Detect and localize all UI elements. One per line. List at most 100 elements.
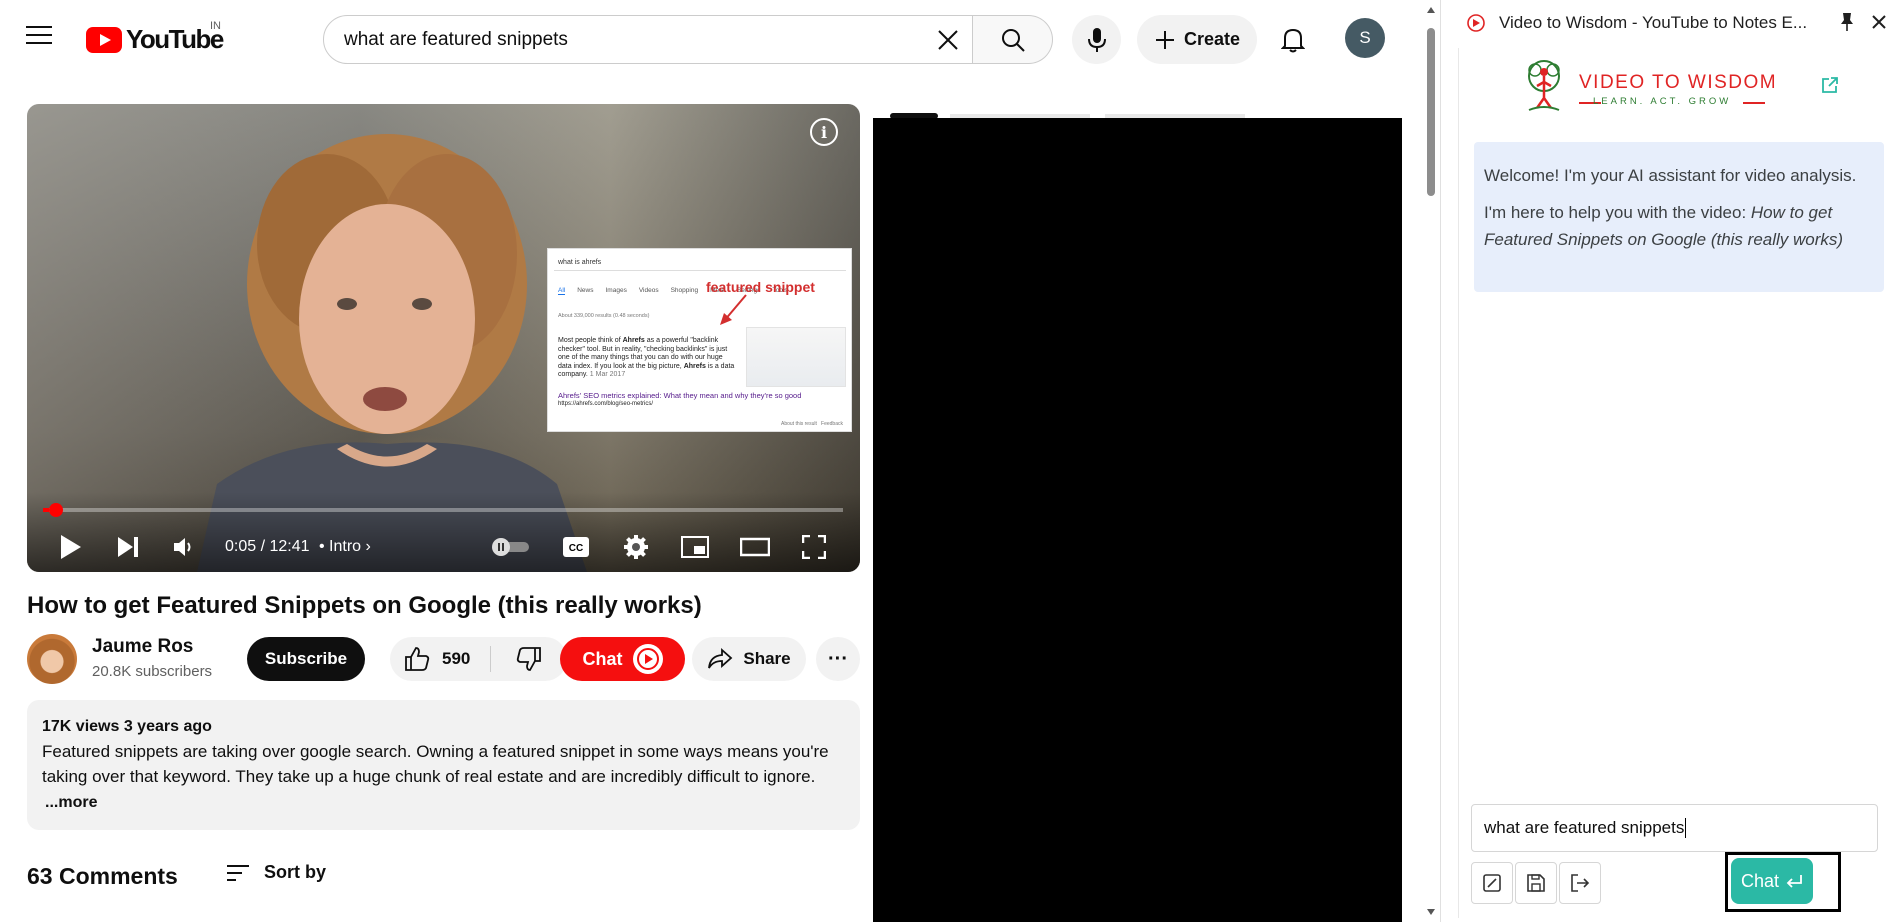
bell-icon xyxy=(1280,28,1305,52)
pin-icon[interactable] xyxy=(1838,12,1856,32)
settings-button[interactable] xyxy=(619,530,653,564)
sort-by-button[interactable]: Sort by xyxy=(226,862,326,883)
create-label: Create xyxy=(1183,29,1241,49)
fullscreen-button[interactable] xyxy=(797,530,831,564)
extension-favicon-icon xyxy=(1467,14,1485,32)
play-icon xyxy=(61,535,81,559)
notifications-button[interactable] xyxy=(1268,15,1317,64)
progress-fill xyxy=(43,508,49,512)
gear-icon xyxy=(624,535,648,559)
brand-tagline: LEARN. ACT. GROW xyxy=(1593,96,1732,107)
brand-title: VIDEO TO WISDOM xyxy=(1579,72,1778,93)
country-code: IN xyxy=(210,20,221,32)
share-button[interactable]: Share xyxy=(692,637,806,681)
sort-icon xyxy=(227,864,249,881)
scrubber-handle[interactable] xyxy=(49,503,63,517)
new-note-button[interactable] xyxy=(1471,862,1513,904)
scroll-down-icon[interactable] xyxy=(1426,908,1436,916)
serp-tab: Shopping xyxy=(670,287,699,294)
share-icon xyxy=(708,648,733,669)
captions-button[interactable]: CC xyxy=(559,530,593,564)
video-title: How to get Featured Snippets on Google (… xyxy=(27,592,702,619)
scrollbar-thumb[interactable] xyxy=(1427,28,1435,196)
thumbs-down-icon xyxy=(516,647,541,671)
volume-icon xyxy=(174,538,191,556)
serp-result-url: https://ahrefs.com/blog/seo-metrics/ xyxy=(558,401,654,407)
subscriber-count: 20.8K subscribers xyxy=(92,663,213,680)
share-label: Share xyxy=(743,649,791,668)
create-button[interactable]: Create xyxy=(1137,15,1257,64)
channel-avatar[interactable] xyxy=(27,634,77,684)
more-actions-button[interactable]: ··· xyxy=(816,637,860,681)
search-button[interactable] xyxy=(973,15,1053,64)
next-button[interactable] xyxy=(111,530,145,564)
progress-bar[interactable] xyxy=(43,503,843,517)
youtube-header: YouTube IN what are featured snippets Cr… xyxy=(0,0,1424,76)
search-input[interactable]: what are featured snippets xyxy=(323,15,973,64)
chat-input[interactable]: what are featured snippets xyxy=(1471,804,1878,852)
like-dislike-group: 590 xyxy=(390,637,567,681)
thumbs-up-icon xyxy=(405,647,430,671)
youtube-logo[interactable]: YouTube xyxy=(86,24,224,55)
serp-thumbnail xyxy=(746,327,846,387)
play-button[interactable] xyxy=(53,530,87,564)
serp-overlay: what is ahrefs All News Images Videos Sh… xyxy=(547,248,852,432)
theater-mode-button[interactable] xyxy=(738,530,772,564)
close-icon[interactable] xyxy=(1869,12,1889,32)
miniplayer-button[interactable] xyxy=(678,530,712,564)
subscribe-button[interactable]: Subscribe xyxy=(247,637,365,681)
video-to-wisdom-logo-icon xyxy=(632,644,663,674)
logout-icon xyxy=(1571,874,1590,892)
voice-search-button[interactable] xyxy=(1072,15,1121,64)
chat-button[interactable]: Chat xyxy=(560,637,685,681)
account-avatar[interactable]: S xyxy=(1345,18,1385,58)
welcome-message: Welcome! I'm your AI assistant for video… xyxy=(1474,142,1884,292)
serp-search-bar: what is ahrefs xyxy=(554,255,846,271)
video-player[interactable]: i what is ahrefs All News Images Videos … xyxy=(27,104,860,572)
description-box[interactable]: 17K views 3 years ago Featured snippets … xyxy=(27,700,860,830)
description-text: Featured snippets are taking over google… xyxy=(42,742,829,786)
like-button[interactable]: 590 xyxy=(390,637,490,681)
volume-button[interactable] xyxy=(167,530,201,564)
send-chat-button[interactable]: Chat xyxy=(1731,858,1813,904)
save-button[interactable] xyxy=(1515,862,1557,904)
serp-tab: Images xyxy=(605,287,627,294)
extension-header: Video to Wisdom - YouTube to Notes E... xyxy=(1441,0,1897,44)
time-display: 0:05 / 12:41 xyxy=(225,538,310,555)
fullscreen-icon xyxy=(802,535,826,559)
menu-icon[interactable] xyxy=(26,26,52,48)
search-input-value: what are featured snippets xyxy=(344,28,568,50)
welcome-video-line: I'm here to help you with the video: How… xyxy=(1484,203,1844,249)
brand-header: VIDEO TO WISDOM LEARN. ACT. GROW xyxy=(1519,54,1819,114)
dislike-button[interactable] xyxy=(491,637,567,681)
info-icon[interactable]: i xyxy=(810,118,838,146)
show-more-link[interactable]: ...more xyxy=(45,790,97,815)
extension-side-panel: Video to Wisdom - YouTube to Notes E... … xyxy=(1440,0,1897,922)
autoplay-toggle[interactable] xyxy=(487,530,533,564)
scroll-up-icon[interactable] xyxy=(1426,6,1436,14)
chat-input-value: what are featured snippets xyxy=(1484,818,1685,837)
page-scrollbar[interactable] xyxy=(1424,0,1436,922)
plus-icon xyxy=(1155,30,1174,49)
like-count: 590 xyxy=(442,649,471,668)
captions-icon: CC xyxy=(563,537,589,557)
serp-tab: News xyxy=(577,287,594,294)
tree-logo-icon xyxy=(1528,60,1560,111)
serp-footer: About this result Feedback xyxy=(781,421,843,427)
enter-icon xyxy=(1786,875,1802,888)
mic-icon xyxy=(1087,27,1106,52)
secondary-content-area xyxy=(873,118,1402,922)
serp-results-count: About 339,000 results (0.48 seconds) xyxy=(558,313,650,319)
external-link-icon[interactable] xyxy=(1821,76,1839,94)
logout-button[interactable] xyxy=(1559,862,1601,904)
chapter-label[interactable]: • Intro › xyxy=(319,538,371,556)
clear-icon[interactable] xyxy=(934,26,962,54)
comments-count: 63 Comments xyxy=(27,863,178,889)
search-icon xyxy=(1001,28,1025,52)
extension-body: VIDEO TO WISDOM LEARN. ACT. GROW Welcome… xyxy=(1458,48,1897,918)
serp-result-link: Ahrefs' SEO metrics explained: What they… xyxy=(558,391,802,400)
extension-title: Video to Wisdom - YouTube to Notes E... xyxy=(1499,13,1808,32)
player-controls: 0:05 / 12:41 • Intro › CC xyxy=(27,492,860,572)
logo-text: YouTube xyxy=(126,24,224,54)
channel-name[interactable]: Jaume Ros xyxy=(92,636,193,658)
